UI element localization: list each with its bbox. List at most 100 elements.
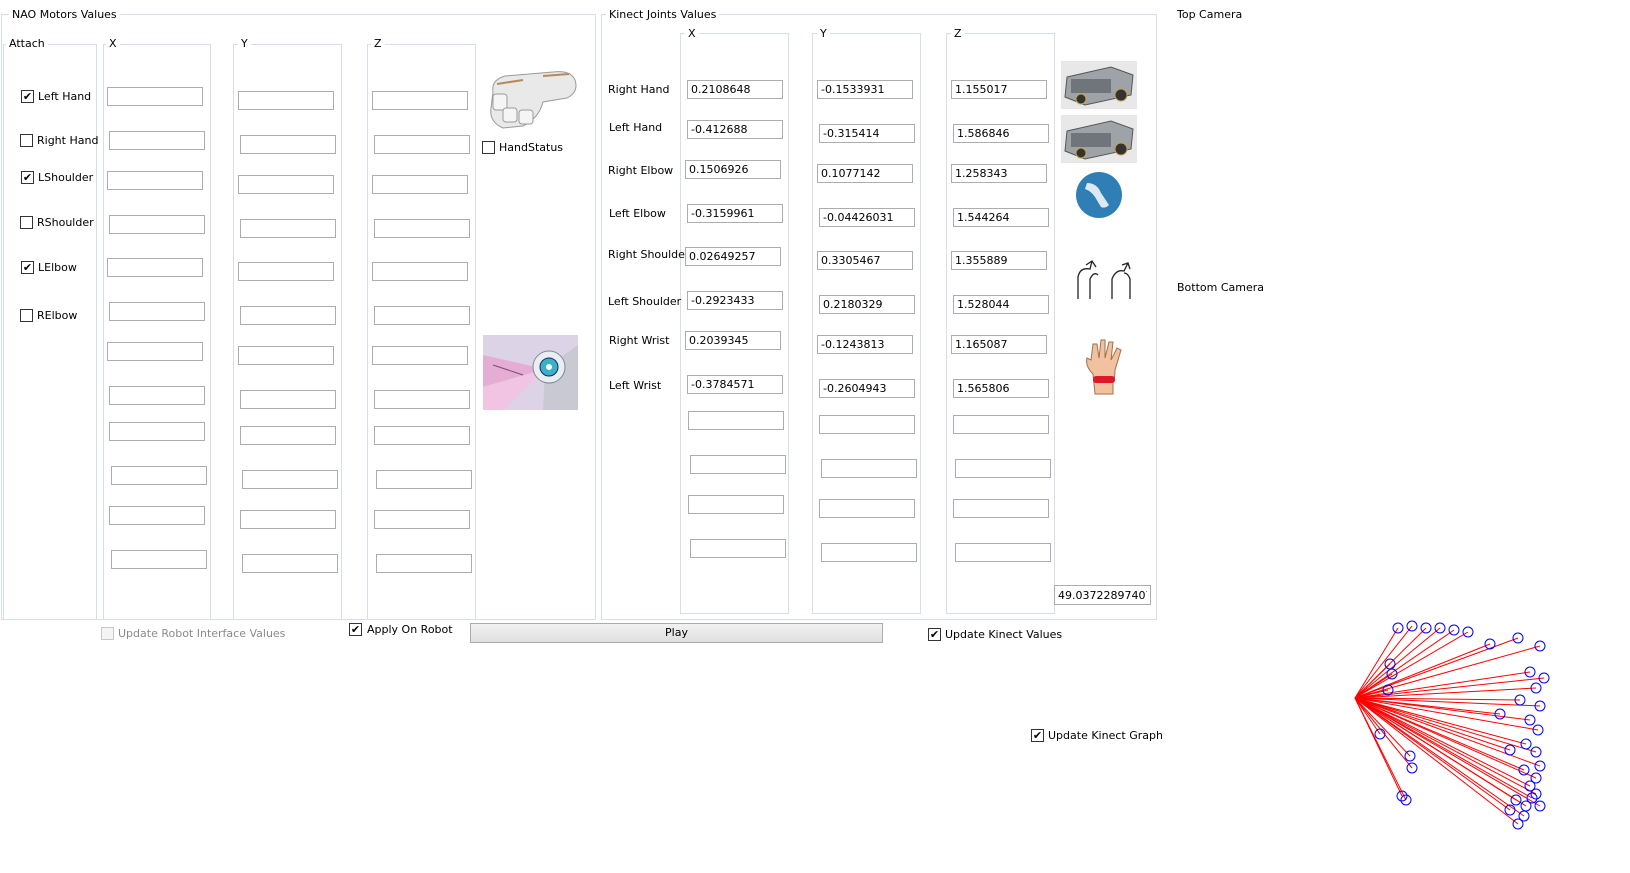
nao-x-input[interactable] [109, 302, 205, 321]
kinect-y-input[interactable] [819, 208, 915, 227]
nao-y-input[interactable] [240, 426, 336, 445]
nao-z-input[interactable] [372, 175, 468, 194]
nao-y-input[interactable] [242, 470, 338, 489]
kinect-y-input[interactable] [819, 295, 915, 314]
kinect-y-input[interactable] [817, 80, 913, 99]
nao-y-input[interactable] [240, 306, 336, 325]
nao-y-header: Y [238, 37, 251, 50]
nao-x-input[interactable] [111, 550, 207, 569]
kinect-x-input[interactable] [688, 495, 784, 514]
kinect-z-input[interactable] [955, 459, 1051, 478]
joint-label-right-hand: Right Hand [608, 83, 670, 96]
nao-x-input[interactable] [107, 342, 203, 361]
nao-x-input[interactable] [111, 466, 207, 485]
kinect-z-input[interactable] [951, 164, 1047, 183]
kinect-z-input[interactable] [951, 80, 1047, 99]
attach-right-hand-checkbox[interactable] [20, 134, 33, 147]
nao-y-input[interactable] [238, 262, 334, 281]
update-robot-interface-label: Update Robot Interface Values [118, 627, 286, 640]
joint-label-left-wrist: Left Wrist [609, 379, 662, 392]
attach-relbow-checkbox[interactable] [20, 309, 33, 322]
kinect-y-input[interactable] [821, 459, 917, 478]
attach-lelbow-label: LElbow [38, 261, 77, 274]
angle-value-field[interactable] [1054, 585, 1151, 605]
nao-x-input[interactable] [109, 506, 205, 525]
attach-lshoulder-checkbox[interactable]: ✔ [21, 171, 34, 184]
kinect-x-input[interactable] [685, 247, 781, 266]
nao-x-input[interactable] [109, 131, 205, 150]
nao-y-input[interactable] [240, 219, 336, 238]
kinect-z-input[interactable] [953, 499, 1049, 518]
kinect-sensor-icon [1061, 61, 1137, 109]
nao-z-input[interactable] [372, 91, 468, 110]
update-kinect-graph-checkbox[interactable]: ✔ [1031, 729, 1044, 742]
update-kinect-graph-label: Update Kinect Graph [1048, 729, 1163, 742]
kinect-y-input[interactable] [819, 124, 915, 143]
kinect-z-input[interactable] [953, 379, 1049, 398]
nao-y-input[interactable] [238, 91, 334, 110]
nao-z-input[interactable] [374, 390, 470, 409]
kinect-y-input[interactable] [819, 379, 915, 398]
nao-x-input[interactable] [109, 215, 205, 234]
nao-z-input[interactable] [376, 470, 472, 489]
kinect-z-input[interactable] [953, 124, 1049, 143]
nao-z-input[interactable] [372, 346, 468, 365]
kinect-z-input[interactable] [951, 335, 1047, 354]
play-button[interactable]: Play [470, 623, 883, 643]
kinect-x-input[interactable] [690, 539, 786, 558]
kinect-x-input[interactable] [687, 204, 783, 223]
attach-lelbow-checkbox[interactable]: ✔ [21, 261, 34, 274]
nao-z-input[interactable] [374, 426, 470, 445]
attach-rshoulder-checkbox[interactable] [20, 216, 33, 229]
kinect-x-header: X [685, 27, 699, 40]
nao-y-input[interactable] [240, 510, 336, 529]
nao-x-input[interactable] [107, 171, 203, 190]
nao-x-input[interactable] [109, 422, 205, 441]
kinect-z-input[interactable] [953, 208, 1049, 227]
nao-y-input[interactable] [240, 135, 336, 154]
nao-y-column [233, 44, 342, 620]
update-kinect-values-checkbox[interactable]: ✔ [928, 628, 941, 641]
attach-relbow-label: RElbow [37, 309, 78, 322]
kinect-z-input[interactable] [953, 415, 1049, 434]
nao-z-input[interactable] [376, 554, 472, 573]
kinect-z-input[interactable] [953, 295, 1049, 314]
kinect-x-input[interactable] [690, 455, 786, 474]
nao-y-input[interactable] [240, 390, 336, 409]
nao-x-input[interactable] [109, 386, 205, 405]
kinect-x-input[interactable] [687, 291, 783, 310]
kinect-y-input[interactable] [817, 251, 913, 270]
nao-x-input[interactable] [107, 258, 203, 277]
nao-z-input[interactable] [374, 219, 470, 238]
kinect-z-input[interactable] [955, 543, 1051, 562]
kinect-x-input[interactable] [688, 411, 784, 430]
kinect-y-input[interactable] [817, 164, 913, 183]
nao-z-input[interactable] [372, 262, 468, 281]
kinect-graph [1354, 620, 1550, 830]
attach-left-hand-checkbox[interactable]: ✔ [21, 90, 34, 103]
kinect-y-input[interactable] [819, 499, 915, 518]
update-robot-interface-checkbox[interactable] [101, 627, 114, 640]
kinect-x-input[interactable] [687, 375, 783, 394]
nao-y-input[interactable] [238, 346, 334, 365]
kinect-y-input[interactable] [819, 415, 915, 434]
nao-y-input[interactable] [238, 175, 334, 194]
kinect-y-input[interactable] [817, 335, 913, 354]
nao-y-input[interactable] [242, 554, 338, 573]
apply-on-robot-checkbox[interactable]: ✔ [349, 623, 362, 636]
nao-z-input[interactable] [374, 510, 470, 529]
kinect-x-input[interactable] [685, 160, 781, 179]
kinect-z-input[interactable] [951, 251, 1047, 270]
nao-z-input[interactable] [374, 306, 470, 325]
kinect-y-input[interactable] [821, 543, 917, 562]
top-camera-label: Top Camera [1177, 8, 1243, 21]
kinect-y-column [812, 33, 921, 614]
kinect-x-input[interactable] [685, 331, 781, 350]
kinect-x-input[interactable] [687, 120, 783, 139]
nao-z-input[interactable] [374, 135, 470, 154]
hand-status-checkbox[interactable] [482, 141, 495, 154]
skeleton-line [1354, 697, 1519, 825]
nao-x-input[interactable] [107, 87, 203, 106]
kinect-x-input[interactable] [687, 80, 783, 99]
nao-motors-title: NAO Motors Values [9, 8, 120, 21]
